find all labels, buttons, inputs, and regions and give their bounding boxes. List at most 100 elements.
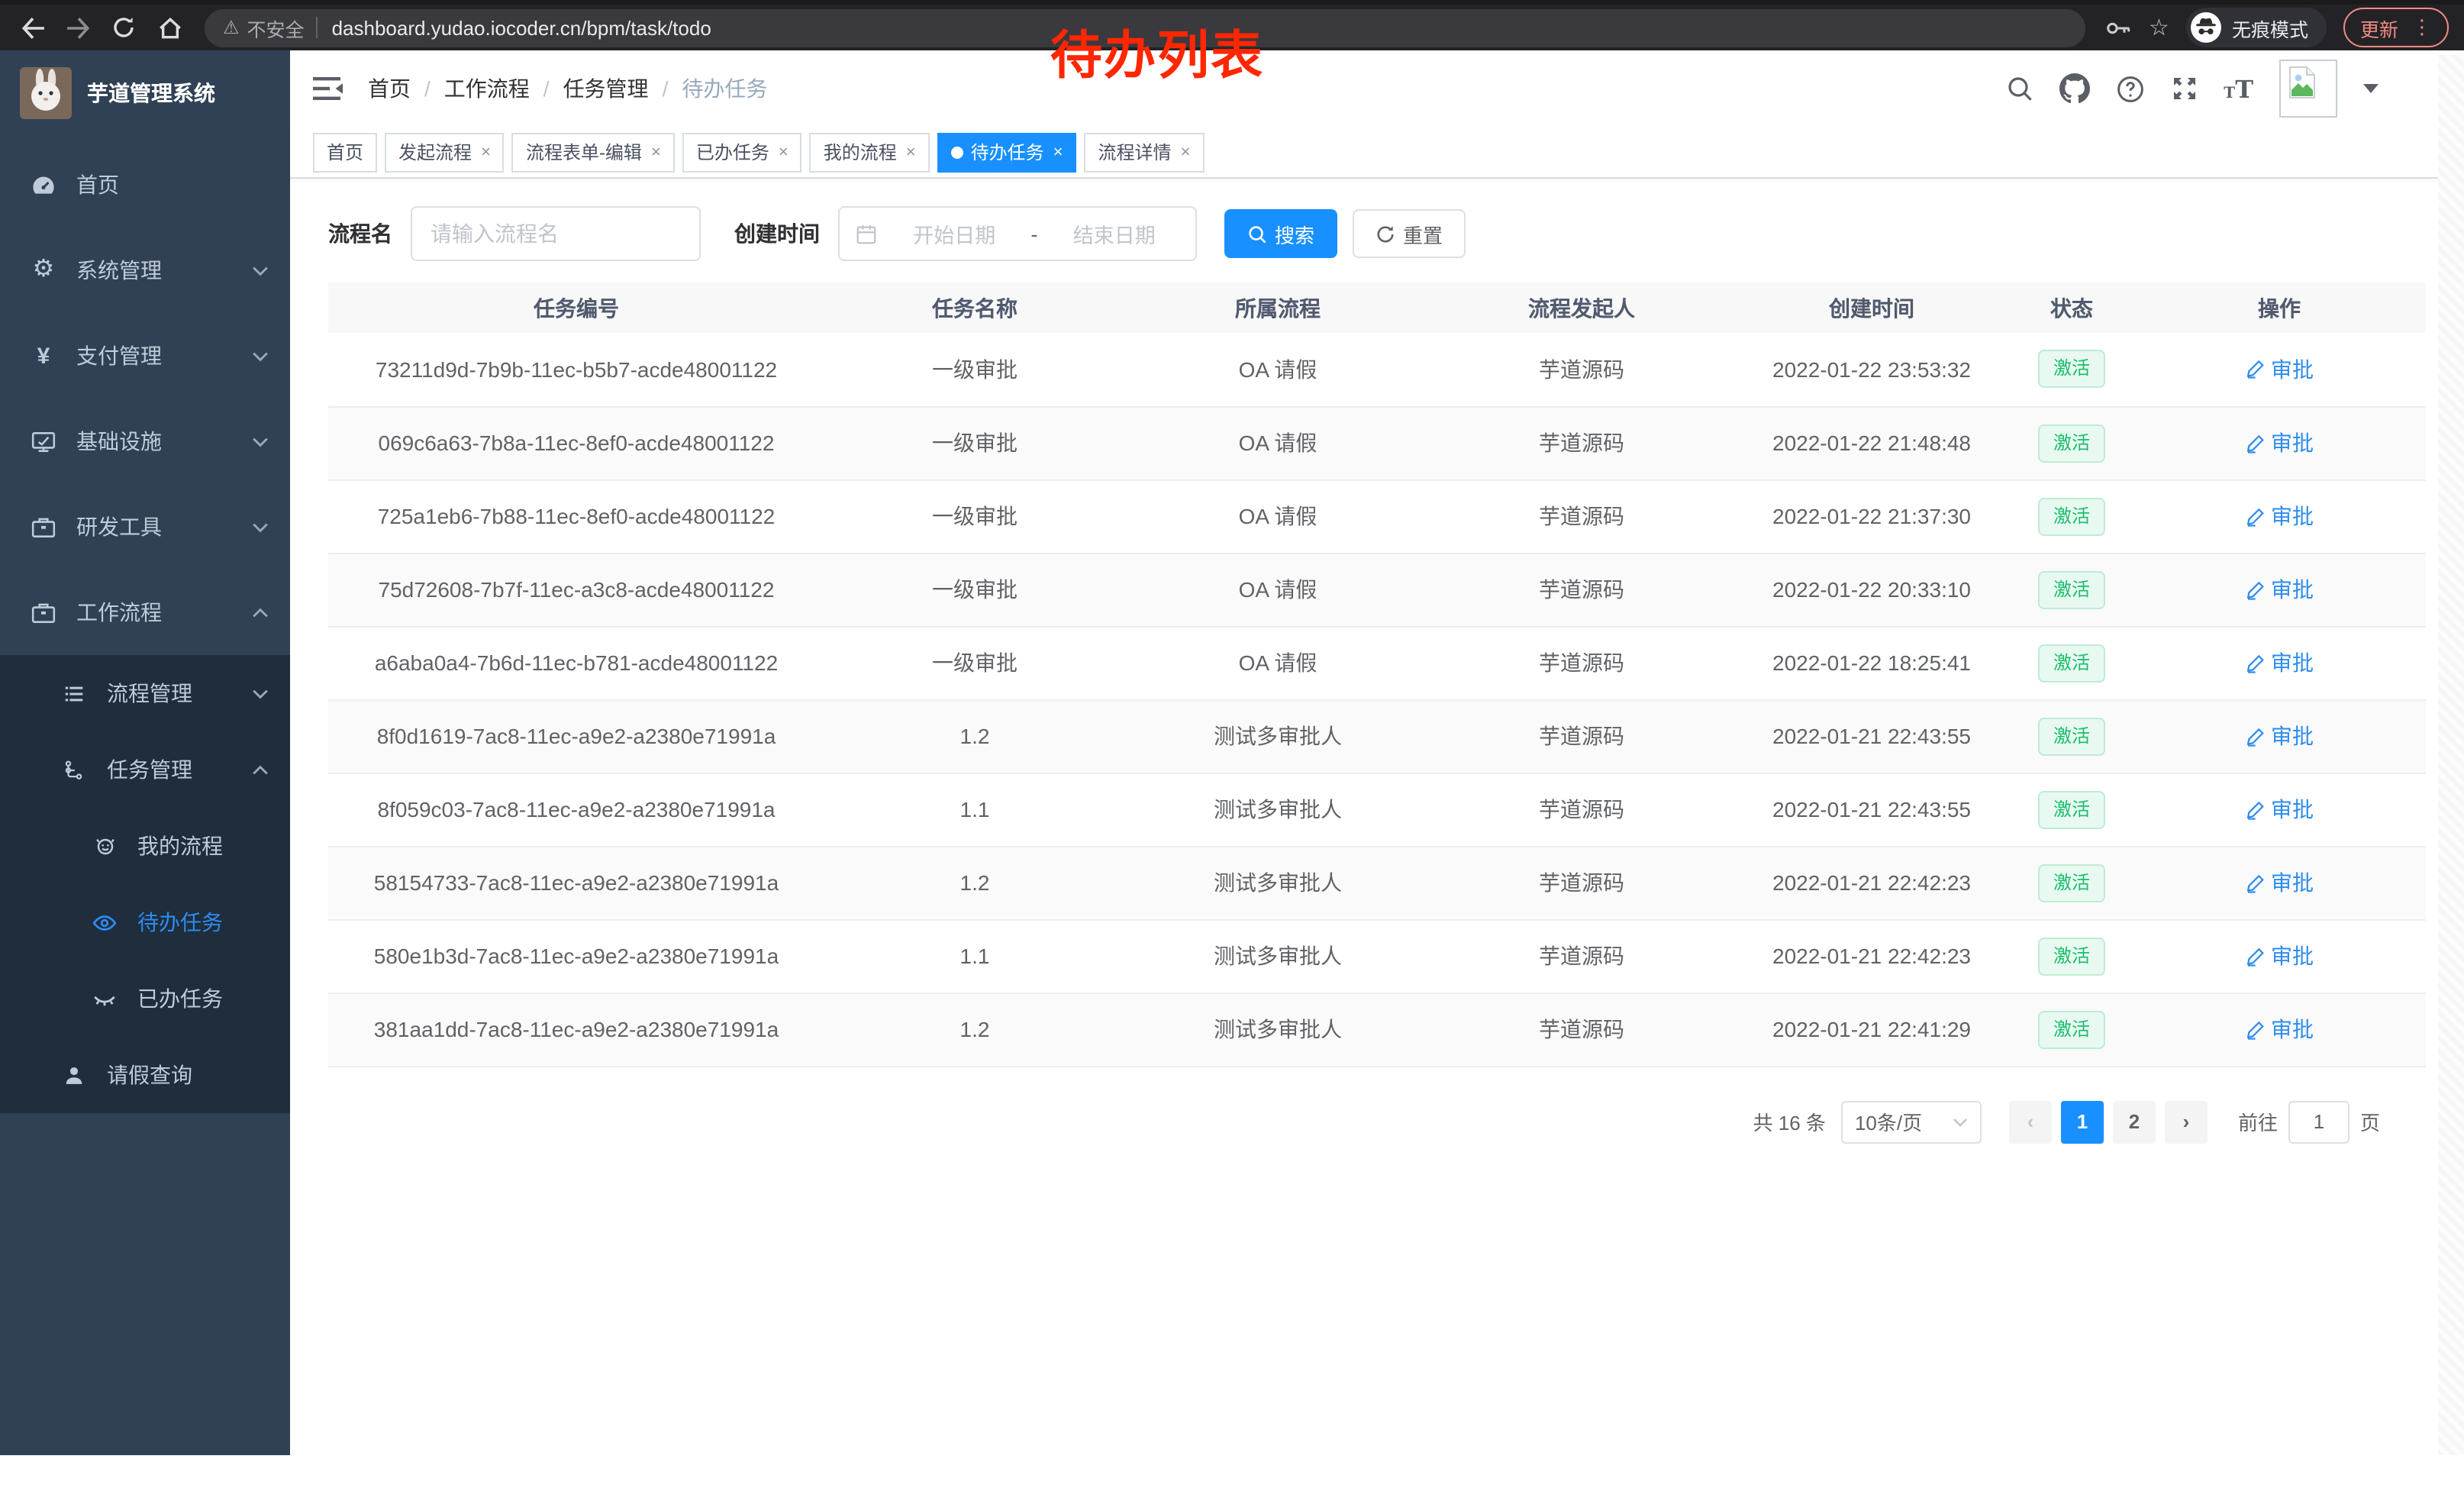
approve-link[interactable]: 审批 [2245,428,2314,458]
update-label[interactable]: 更新 [2360,13,2398,42]
tab-my-process[interactable]: 我的流程 × [810,132,930,172]
approve-link[interactable]: 审批 [2245,501,2314,531]
search-icon[interactable] [2005,75,2033,102]
tab-process-detail[interactable]: 流程详情 × [1085,132,1205,172]
sidebar-item-system[interactable]: ⚙ 系统管理 [0,228,290,313]
browser-update-button[interactable]: 更新 ⋮ [2343,8,2449,47]
app-logo-row[interactable]: 芋道管理系统 [0,50,290,136]
close-icon[interactable]: × [1181,143,1191,161]
sidebar-item-label: 研发工具 [76,512,162,542]
close-icon[interactable]: × [906,143,916,161]
breadcrumb-home[interactable]: 首页 [368,73,411,104]
breadcrumb: 首页 / 工作流程 / 任务管理 / 待办任务 [368,73,767,104]
table-row: 725a1eb6-7b88-11ec-8ef0-acde48001122 一级审… [328,479,2426,553]
browser-forward-icon[interactable] [55,8,101,47]
task-id: 8f0d1619-7ac8-11ec-a9e2-a2380e71991a [328,699,824,773]
font-size-icon[interactable]: TT [2224,74,2253,103]
eye-closed-icon [92,986,118,1012]
yen-icon: ¥ [31,344,56,367]
tab-done-tasks[interactable]: 已办任务 × [682,132,802,172]
task-name: 1.1 [824,773,1125,846]
incognito-label: 无痕模式 [2232,13,2308,42]
col-actions: 操作 [2133,282,2426,333]
security-label[interactable]: 不安全 [247,13,305,42]
sidebar-item-leave-query[interactable]: 请假查询 [0,1037,290,1113]
approve-link[interactable]: 审批 [2245,354,2314,385]
page-button-1[interactable]: 1 [2061,1100,2104,1143]
process-name: OA 请假 [1125,333,1430,406]
sidebar-item-done-tasks[interactable]: 已办任务 [0,960,290,1037]
sidebar-item-label: 首页 [76,169,119,200]
approve-link[interactable]: 审批 [2245,1014,2314,1044]
close-icon[interactable]: × [481,143,491,161]
approve-link[interactable]: 审批 [2245,794,2314,825]
sidebar-item-label: 流程管理 [107,678,192,709]
approve-link[interactable]: 审批 [2245,867,2314,898]
browser-menu-dots-icon[interactable]: ⋮ [2412,15,2432,40]
task-id: 069c6a63-7b8a-11ec-8ef0-acde48001122 [328,406,824,479]
status-badge: 激活 [2038,937,2105,975]
breadcrumb-workflow[interactable]: 工作流程 [444,73,530,104]
sidebar-item-task-management[interactable]: 任务管理 [0,731,290,808]
date-range-picker[interactable]: 开始日期 - 结束日期 [838,206,1197,261]
sidebar-item-payment[interactable]: ¥ 支付管理 [0,313,290,399]
process-starter: 芋道源码 [1430,919,1733,993]
password-key-icon[interactable] [2103,13,2132,42]
scrollbar-strip[interactable] [2438,55,2464,1455]
browser-reload-icon[interactable] [101,8,147,47]
url-text[interactable]: dashboard.yudao.iocoder.cn/bpm/task/todo [332,16,711,39]
tab-todo-tasks[interactable]: 待办任务 × [937,132,1077,172]
todo-task-table: 任务编号 任务名称 所属流程 流程发起人 创建时间 状态 操作 [328,282,2426,1067]
sidebar-collapse-icon[interactable] [313,75,343,102]
tab-home[interactable]: 首页 [313,132,377,172]
pagination: 共 16 条 10条/页 ‹ 1 2 › 前往 页 [328,1100,2380,1143]
approve-link[interactable]: 审批 [2245,574,2314,605]
approve-link[interactable]: 审批 [2245,941,2314,971]
status-badge: 激活 [2038,350,2105,389]
sidebar-item-infrastructure[interactable]: 基础设施 [0,399,290,484]
sidebar-item-process-management[interactable]: 流程管理 [0,655,290,731]
github-icon[interactable] [2059,73,2089,104]
fullscreen-icon[interactable] [2170,75,2198,102]
task-id: 75d72608-7b7f-11ec-a3c8-acde48001122 [328,553,824,626]
end-date-placeholder[interactable]: 结束日期 [1049,218,1181,249]
browser-back-icon[interactable] [9,8,55,47]
approve-link[interactable]: 审批 [2245,721,2314,751]
sidebar-item-label: 系统管理 [76,255,162,286]
avatar[interactable] [2279,60,2337,118]
close-icon[interactable]: × [651,143,661,161]
sidebar-item-devtools[interactable]: 研发工具 [0,484,290,570]
bookmark-star-icon[interactable]: ☆ [2149,14,2169,41]
goto-page-input[interactable] [2288,1100,2350,1143]
search-button[interactable]: 搜索 [1224,209,1337,258]
reset-button[interactable]: 重置 [1353,209,1466,258]
prev-page-button[interactable]: ‹ [2009,1100,2052,1143]
process-name-input[interactable] [411,206,701,261]
task-name: 一级审批 [824,553,1125,626]
close-icon[interactable]: × [1053,143,1063,161]
avatar-caret-down-icon[interactable] [2363,84,2379,93]
process-starter: 芋道源码 [1430,553,1733,626]
browser-home-icon[interactable] [147,8,192,47]
close-icon[interactable]: × [779,143,789,161]
sidebar-item-my-process[interactable]: 我的流程 [0,808,290,884]
create-time: 2022-01-21 22:43:55 [1733,699,2011,773]
sidebar-item-todo-tasks[interactable]: 待办任务 [0,884,290,960]
approve-link[interactable]: 审批 [2245,647,2314,678]
sidebar-item-workflow[interactable]: 工作流程 [0,570,290,655]
tab-process-form-edit[interactable]: 流程表单-编辑 × [512,132,675,172]
workflow-submenu: 流程管理 任务管理 我的流程 [0,655,290,1113]
process-name-label: 流程名 [328,218,392,249]
help-icon[interactable] [2115,74,2144,103]
next-page-button[interactable]: › [2165,1100,2208,1143]
sidebar-item-label: 任务管理 [107,754,192,785]
start-date-placeholder[interactable]: 开始日期 [889,218,1021,249]
sidebar-item-home[interactable]: 首页 [0,142,290,228]
page-size-select[interactable]: 10条/页 [1841,1100,1982,1143]
incognito-badge: 无痕模式 [2186,8,2327,47]
page-button-2[interactable]: 2 [2113,1100,2156,1143]
chevron-down-icon [1953,1117,1968,1126]
breadcrumb-task-management[interactable]: 任务管理 [563,73,649,104]
process-name: 测试多审批人 [1125,993,1430,1066]
tab-start-process[interactable]: 发起流程 × [385,132,505,172]
